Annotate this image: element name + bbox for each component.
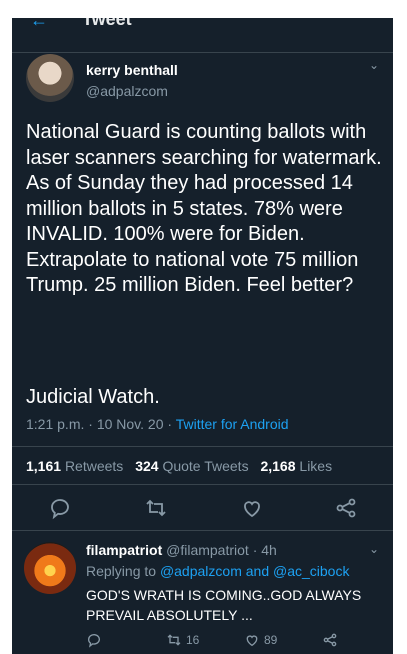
reply-body: GOD'S WRATH IS COMING..GOD ALWAYS PREVAI…	[86, 587, 362, 623]
tweet-stats: 1,161 Retweets 324 Quote Tweets 2,168 Li…	[26, 458, 332, 474]
reply-age: 4h	[261, 542, 277, 558]
tweet-source-link[interactable]: Twitter for Android	[176, 416, 289, 432]
reply-avatar[interactable]	[24, 542, 76, 594]
replying-prefix: Replying to	[86, 563, 157, 579]
tweet-signature: Judicial Watch.	[26, 386, 160, 408]
divider	[12, 446, 393, 447]
share-icon	[323, 633, 337, 647]
reply-handle[interactable]: @filampatriot	[166, 542, 249, 558]
reply-like-count: 89	[264, 633, 278, 647]
reply-retweet-count: 16	[186, 633, 200, 647]
reply-icon	[88, 634, 100, 648]
retweet-icon[interactable]	[144, 496, 168, 520]
tweet-screen: ← Tweet kerry benthall @adpalzcom ⌄ Nati…	[12, 18, 393, 654]
replying-and: and	[245, 563, 270, 579]
meta-separator: ·	[167, 416, 173, 432]
likes-label: Likes	[299, 458, 333, 474]
reply-display-name[interactable]: filampatriot	[86, 542, 162, 558]
likes-stat[interactable]: 2,168 Likes	[260, 458, 332, 474]
divider	[12, 530, 393, 531]
retweets-stat[interactable]: 1,161 Retweets	[26, 458, 123, 474]
divider	[12, 484, 393, 485]
top-bar: ← Tweet	[12, 18, 393, 53]
share-icon[interactable]	[334, 496, 358, 520]
reply-share-button[interactable]	[322, 632, 338, 648]
page-title: Tweet	[82, 18, 132, 29]
tweet-time: 1:21 p.m.	[26, 416, 85, 432]
meta-separator: ·	[88, 416, 93, 432]
author-display-name[interactable]: kerry benthall	[86, 62, 178, 78]
quotes-label: Quote Tweets	[162, 458, 249, 474]
reply-header: filampatriot @filampatriot · 4h	[86, 542, 277, 558]
mention-link[interactable]: @adpalzcom	[160, 563, 242, 579]
chevron-down-icon[interactable]: ⌄	[369, 58, 379, 72]
mention-link[interactable]: @ac_cibock	[273, 563, 349, 579]
tweet-actions	[12, 496, 393, 524]
likes-count: 2,168	[260, 458, 296, 474]
tweet-meta: 1:21 p.m. · 10 Nov. 20 · Twitter for And…	[26, 416, 289, 432]
reply-reply-button[interactable]	[86, 632, 102, 648]
author-avatar[interactable]	[26, 54, 74, 102]
retweets-count: 1,161	[26, 458, 62, 474]
reply-actions: 16 89	[86, 632, 376, 652]
retweet-icon	[167, 634, 181, 646]
reply-retweet-button[interactable]: 16	[166, 632, 199, 648]
quotes-stat[interactable]: 324 Quote Tweets	[135, 458, 248, 474]
back-arrow-icon[interactable]: ←	[30, 18, 48, 31]
like-icon	[246, 635, 258, 647]
tweet-body: National Guard is counting ballots with …	[26, 121, 382, 296]
quotes-count: 324	[135, 458, 159, 474]
like-icon[interactable]	[240, 496, 264, 520]
chevron-down-icon[interactable]: ⌄	[369, 542, 379, 556]
author-handle[interactable]: @adpalzcom	[86, 83, 168, 99]
retweets-label: Retweets	[64, 458, 124, 474]
reply-separator: ·	[252, 542, 258, 558]
reply-icon[interactable]	[48, 496, 72, 520]
replying-to: Replying to @adpalzcom and @ac_cibock	[86, 563, 349, 579]
tweet-date: 10 Nov. 20	[96, 416, 164, 432]
reply-like-button[interactable]: 89	[244, 632, 277, 648]
